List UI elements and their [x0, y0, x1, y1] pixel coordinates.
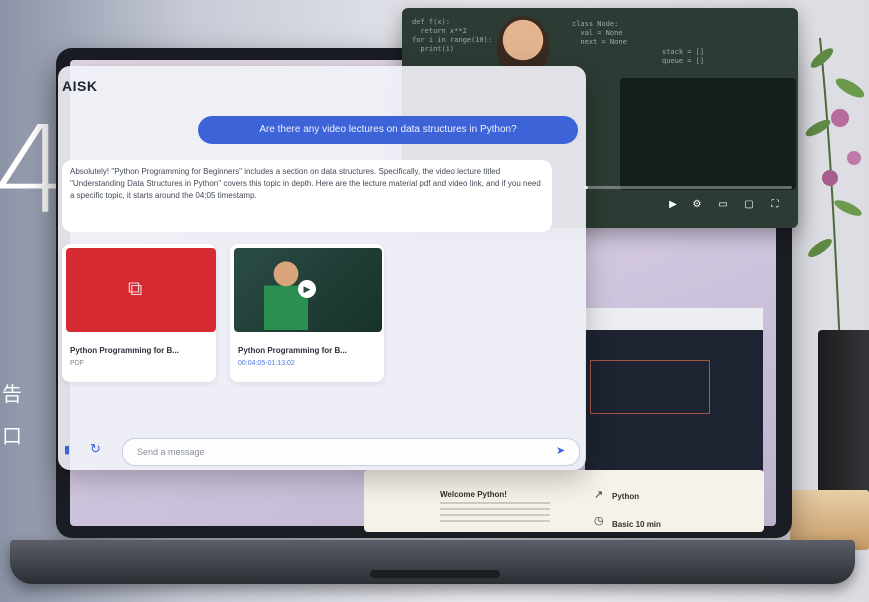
message-input-box[interactable] [122, 438, 580, 466]
attachment-title[interactable]: Python Programming for B... [70, 346, 179, 355]
refresh-icon[interactable]: ↻ [90, 442, 104, 456]
message-input[interactable] [135, 439, 539, 465]
plant-pot [818, 330, 869, 500]
code-editor-toolbar [585, 308, 763, 330]
send-icon[interactable]: ➤ [556, 444, 572, 458]
miniplayer-icon[interactable]: ▢ [742, 198, 756, 212]
video-code-window [620, 78, 796, 190]
lecture-card-topic: Python [612, 492, 640, 501]
banner-char: 口 [2, 426, 22, 448]
settings-icon[interactable]: ⚙ [690, 198, 704, 212]
attachment-timestamp[interactable]: 00:04:05-01:13:02 [238, 360, 295, 367]
laptop-trackpad-notch [370, 570, 500, 578]
trend-icon: ↗ [594, 489, 604, 501]
attachment-subtitle: PDF [70, 360, 84, 367]
clock-icon: ◷ [594, 515, 604, 527]
menu-icon[interactable]: ▮ [64, 445, 74, 456]
plant-decoration [805, 37, 865, 348]
pdf-file-icon: ⧉ [128, 278, 143, 300]
video-progress-track[interactable] [584, 186, 792, 189]
assistant-message: Absolutely! "Python Programming for Begi… [62, 160, 552, 232]
captions-icon[interactable]: ▭ [716, 198, 730, 212]
lecture-card[interactable] [364, 470, 764, 532]
banner-char: 告 [2, 384, 22, 406]
chalkboard-writing: class Node: val = None next = None [572, 20, 627, 46]
lecture-card-title: Welcome Python! [440, 490, 507, 499]
play-icon[interactable]: ▶ [666, 198, 680, 212]
fullscreen-icon[interactable]: ⛶ [768, 198, 782, 212]
code-highlight-box [590, 360, 710, 414]
attachment-title[interactable]: Python Programming for B... [238, 346, 347, 355]
lecture-card-duration: Basic 10 min [612, 520, 661, 529]
chalkboard-writing: stack = [] queue = [] [662, 48, 705, 65]
play-icon[interactable]: ▶ [298, 280, 316, 298]
lecture-card-text [440, 502, 550, 526]
app-title: AISK [62, 78, 98, 94]
user-message: Are there any video lectures on data str… [198, 116, 578, 144]
chalkboard-writing: def f(x): return x**2 for i in range(10)… [412, 18, 493, 53]
